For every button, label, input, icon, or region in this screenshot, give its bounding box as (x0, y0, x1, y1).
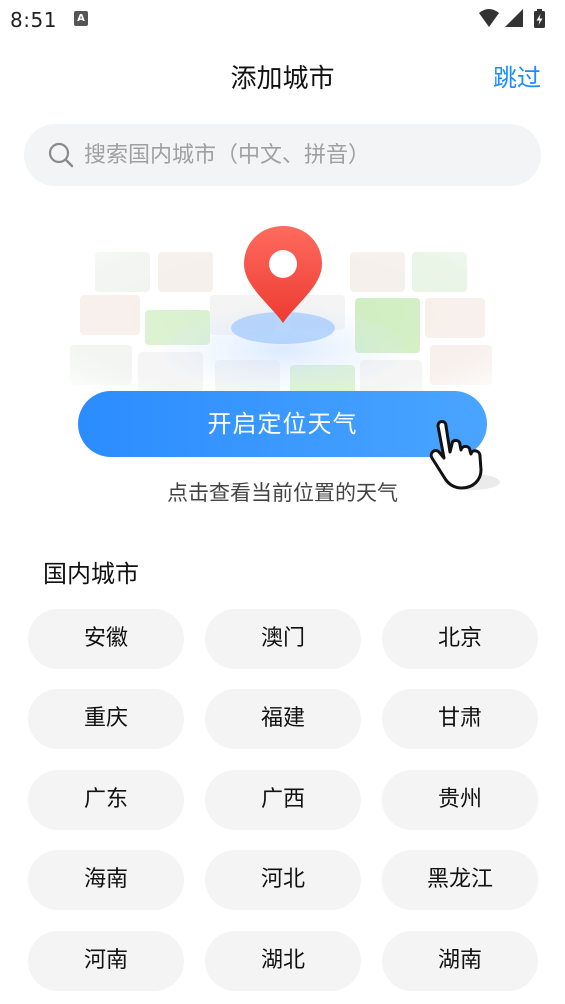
status-time: 8:51 (10, 8, 57, 32)
location-hint-text: 点击查看当前位置的天气 (167, 481, 398, 505)
skip-button[interactable]: 跳过 (493, 58, 541, 93)
battery-icon (534, 9, 545, 28)
domestic-cities-heading: 国内城市 (43, 560, 139, 588)
city-chip-anhui[interactable]: 安徽 (28, 609, 184, 669)
app-notification-icon: A (74, 11, 88, 26)
map-location-illustration (0, 200, 565, 410)
header-bar: 添加城市 跳过 (0, 48, 565, 100)
city-chip-henan[interactable]: 河南 (28, 931, 184, 991)
status-indicators (478, 8, 553, 30)
page-title: 添加城市 (230, 64, 335, 94)
city-chip-hainan[interactable]: 海南 (28, 850, 184, 910)
city-chip-hubei[interactable]: 湖北 (205, 931, 361, 991)
city-chip-guangdong[interactable]: 广东 (28, 770, 184, 830)
city-chip-chongqing[interactable]: 重庆 (28, 689, 184, 749)
city-chip-guizhou[interactable]: 贵州 (382, 770, 538, 830)
add-city-screen: 8:51 A 添加城市 跳过 搜索国内城市（中文、拼音） 开启定位天气 点击查看… (0, 0, 565, 1004)
search-bar[interactable] (24, 124, 541, 186)
search-icon (48, 142, 74, 172)
city-chip-heilongjiang[interactable]: 黑龙江 (382, 850, 538, 910)
city-chip-fujian[interactable]: 福建 (205, 689, 361, 749)
status-bar: 8:51 A (0, 0, 565, 40)
search-input[interactable] (82, 124, 522, 186)
cellular-signal-icon (505, 9, 523, 27)
city-chip-hebei[interactable]: 河北 (205, 850, 361, 910)
city-chip-guangxi[interactable]: 广西 (205, 770, 361, 830)
city-chip-beijing[interactable]: 北京 (382, 609, 538, 669)
city-chip-macau[interactable]: 澳门 (205, 609, 361, 669)
city-chip-gansu[interactable]: 甘肃 (382, 689, 538, 749)
wifi-icon (479, 9, 499, 27)
city-chip-hunan[interactable]: 湖南 (382, 931, 538, 991)
